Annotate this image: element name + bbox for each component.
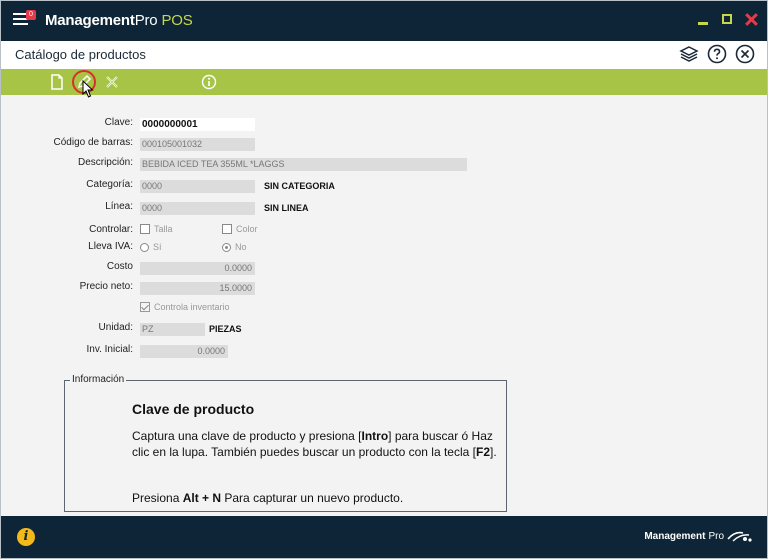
description-label: Descripción:	[77, 157, 133, 168]
iva-no-label: No	[235, 242, 247, 252]
net-price-input[interactable]: 15.0000	[140, 282, 255, 295]
new-document-icon	[51, 74, 63, 90]
close-window-button[interactable]	[745, 12, 757, 26]
info-key-altn: Alt + N	[182, 491, 222, 505]
page-title: Catálogo de productos	[15, 47, 146, 62]
cost-input[interactable]: 0.0000	[140, 262, 255, 275]
info-text2-c: Para capturar un nuevo producto.	[221, 491, 404, 505]
clave-label: Clave:	[104, 117, 133, 128]
maximize-button[interactable]	[721, 12, 733, 26]
layers-button[interactable]	[679, 44, 699, 64]
initial-inventory-label: Inv. Inicial:	[86, 344, 134, 355]
info-button[interactable]	[200, 73, 218, 91]
line-input[interactable]: 0000	[140, 202, 255, 215]
close-icon	[745, 13, 757, 26]
info-text-e: ].	[490, 445, 497, 459]
iva-yes-radio[interactable]: Sí	[140, 242, 162, 252]
info-title: Clave de producto	[132, 401, 255, 417]
control-label: Controlar:	[89, 224, 133, 235]
status-bar: i Management Pro	[1, 516, 767, 558]
unit-input[interactable]: PZ	[140, 323, 205, 336]
iva-yes-radio-dot[interactable]	[140, 242, 149, 252]
footer-logo-bold: Management	[644, 530, 706, 542]
mouse-pointer-icon	[82, 80, 94, 98]
inventory-control-label: Controla inventario	[154, 302, 230, 312]
app-name-bold: Management	[45, 12, 135, 29]
info-key-f2: F2	[476, 445, 491, 459]
app-title: ManagementPro POS	[45, 12, 193, 29]
net-price-label: Precio neto:	[79, 281, 133, 292]
category-description: SIN CATEGORIA	[264, 181, 335, 191]
maximize-icon	[722, 14, 732, 24]
cancel-button[interactable]	[103, 73, 121, 91]
barcode-input[interactable]: 000105001032	[140, 138, 255, 151]
iva-no-radio-dot[interactable]	[222, 242, 231, 252]
category-input[interactable]: 0000	[140, 180, 255, 193]
info-text-a: Captura una clave de producto y presiona…	[132, 429, 362, 443]
iva-label: Lleva IVA:	[88, 241, 133, 252]
category-label: Categoría:	[86, 179, 133, 190]
close-circle-icon	[735, 44, 755, 64]
iva-yes-label: Sí	[153, 242, 162, 252]
info-panel: Información Clave de producto Captura un…	[64, 374, 507, 512]
color-checkbox[interactable]: Color	[222, 224, 258, 234]
footer-info-icon[interactable]: i	[17, 528, 35, 546]
description-input[interactable]: BEBIDA ICED TEA 355ML *LAGGS	[140, 158, 467, 171]
footer-logo-light: Pro	[708, 530, 724, 542]
minimize-button[interactable]	[697, 12, 709, 26]
line-description: SIN LINEA	[264, 203, 309, 213]
size-checkbox-box[interactable]	[140, 224, 150, 234]
inventory-control-box[interactable]	[140, 302, 150, 312]
size-checkbox[interactable]: Talla	[140, 224, 173, 234]
close-page-button[interactable]	[735, 44, 755, 64]
app-name-suffix: POS	[161, 12, 193, 29]
cost-label: Costo	[106, 261, 133, 272]
new-button[interactable]	[48, 73, 66, 91]
barcode-label: Código de barras:	[53, 137, 134, 148]
info-paragraph-2: Presiona Alt + N Para capturar un nuevo …	[132, 491, 403, 505]
info-text2-a: Presiona	[132, 491, 183, 505]
help-button[interactable]	[707, 44, 727, 64]
notification-badge: 0	[26, 10, 36, 20]
info-paragraph-1: Captura una clave de producto y presiona…	[132, 428, 497, 460]
color-checkbox-label: Color	[236, 224, 258, 234]
line-label: Línea:	[105, 201, 133, 212]
size-checkbox-label: Talla	[154, 224, 173, 234]
footer-logo: Management Pro	[644, 529, 753, 543]
page-header: Catálogo de productos	[1, 41, 767, 69]
title-bar: 0 ManagementPro POS	[1, 1, 767, 41]
app-window: 0 ManagementPro POS Catálogo de productos	[0, 0, 768, 559]
cancel-x-icon	[106, 76, 118, 88]
unit-description: PIEZAS	[209, 324, 242, 334]
help-icon	[707, 44, 727, 64]
clave-input[interactable]: 0000000001	[140, 118, 255, 131]
iva-no-radio[interactable]: No	[222, 242, 247, 252]
inventory-control-checkbox[interactable]: Controla inventario	[140, 302, 230, 312]
minimize-icon	[698, 21, 708, 25]
info-key-intro: Intro	[361, 429, 389, 443]
info-icon	[201, 74, 217, 90]
layers-icon	[679, 46, 699, 62]
product-form: Clave: 0000000001 Código de barras: 0001…	[1, 95, 767, 516]
toolbar	[1, 69, 767, 95]
info-legend: Información	[70, 374, 127, 385]
app-name-light: Pro	[134, 12, 158, 29]
brand-swoosh-icon	[727, 531, 752, 542]
unit-label: Unidad:	[98, 322, 133, 333]
color-checkbox-box[interactable]	[222, 224, 232, 234]
initial-inventory-input[interactable]: 0.0000	[140, 345, 228, 358]
